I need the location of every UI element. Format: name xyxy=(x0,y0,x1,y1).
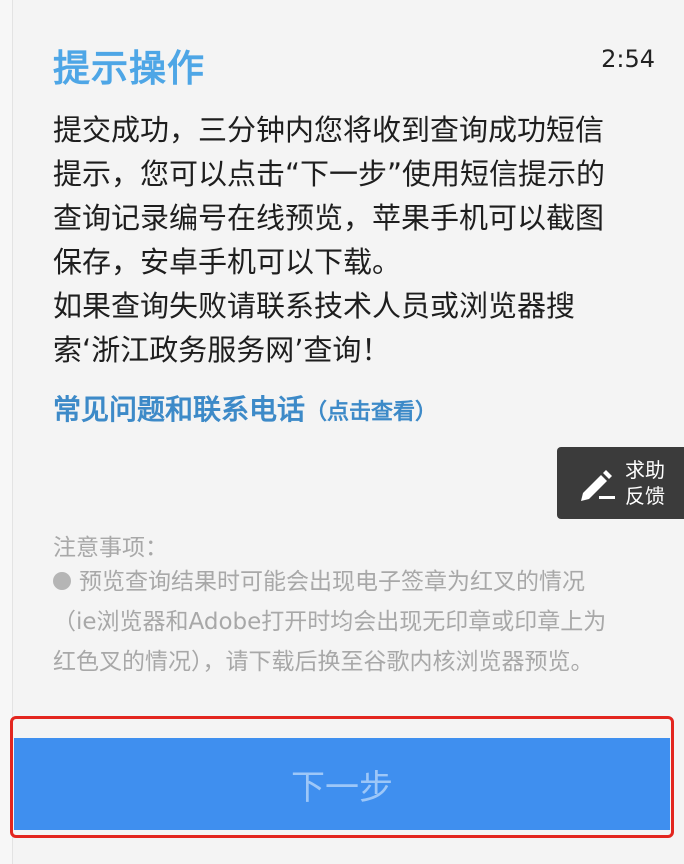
help-label-line1: 求助 xyxy=(625,458,665,482)
message-line: 索‘浙江政务服务网’查询！ xyxy=(53,333,391,367)
notes-title: 注意事项： xyxy=(53,535,168,561)
faq-hint: （点击查看） xyxy=(305,400,438,425)
pen-icon xyxy=(581,470,615,501)
message-line: 如果查询失败请联系技术人员或浏览器搜 xyxy=(53,289,576,323)
notes-line: （ie浏览器和Adobe打开时均会出现无印章或印章上为 xyxy=(53,609,607,635)
help-feedback-button[interactable]: 求助 反馈 xyxy=(557,447,684,519)
dialog-title: 提示操作 xyxy=(53,47,205,90)
notes-body: 预览查询结果时可能会出现电子签章为红叉的情况 （ie浏览器和Adobe打开时均会… xyxy=(53,562,673,682)
faq-contact-link[interactable]: 常见问题和联系电话（点击查看） xyxy=(53,388,437,428)
notes-line: 预览查询结果时可能会出现电子签章为红叉的情况 xyxy=(53,562,673,602)
help-label-line2: 反馈 xyxy=(625,484,665,508)
message-line: 保存，安卓手机可以下载。 xyxy=(53,245,402,279)
message-line: 提交成功，三分钟内您将收到查询成功短信 xyxy=(53,113,605,147)
notes-line: 红色叉的情况），请下载后换至谷歌内核浏览器预览。 xyxy=(53,649,594,675)
faq-label: 常见问题和联系电话 xyxy=(53,393,306,426)
message-body: 提交成功，三分钟内您将收到查询成功短信 提示，您可以点击“下一步”使用短信提示的… xyxy=(53,108,673,372)
message-line: 查询记录编号在线预览，苹果手机可以截图 xyxy=(53,201,605,235)
highlight-annotation-box xyxy=(10,716,674,838)
message-line: 提示，您可以点击“下一步”使用短信提示的 xyxy=(53,157,606,191)
help-label: 求助 反馈 xyxy=(625,457,673,509)
time-display: 2:54 xyxy=(601,45,655,73)
notes-line-text: 预览查询结果时可能会出现电子签章为红叉的情况 xyxy=(79,569,585,595)
bullet-icon xyxy=(53,571,71,590)
